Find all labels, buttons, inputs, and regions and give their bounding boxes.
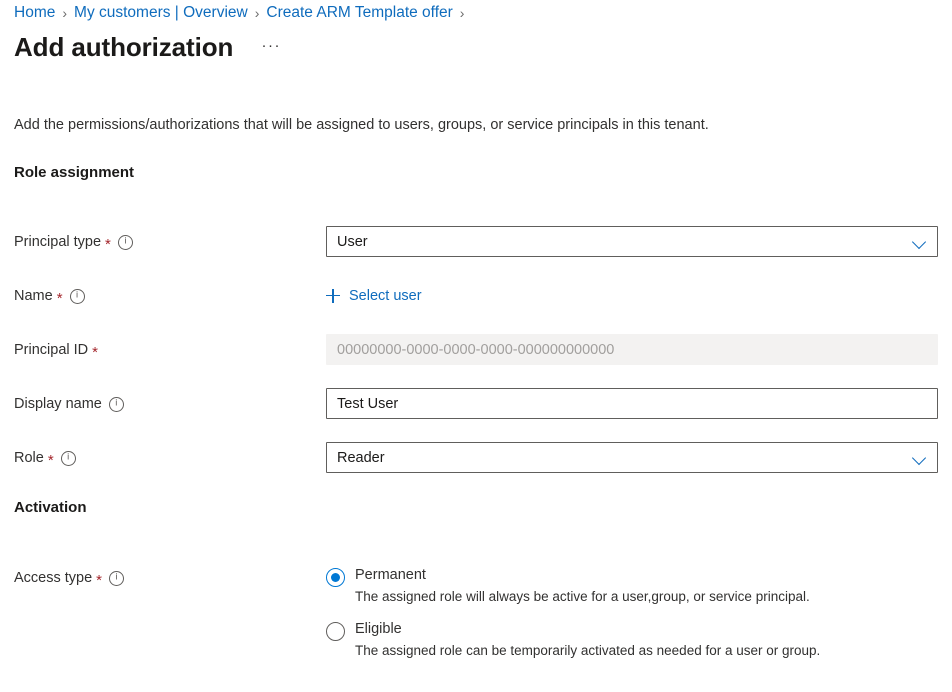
breadcrumb-separator-icon: › [62, 0, 67, 26]
label-access-type-text: Access type [14, 570, 92, 586]
principal-id-input[interactable]: 00000000-0000-0000-0000-000000000000 [326, 334, 938, 365]
info-icon[interactable]: i [109, 571, 124, 586]
radio-mark-icon [326, 568, 345, 587]
principal-type-select[interactable]: User [326, 226, 938, 257]
radio-mark-icon [326, 622, 345, 641]
info-icon-glyph: i [124, 237, 126, 247]
radio-option-eligible-texts: Eligible The assigned role can be tempor… [355, 620, 820, 660]
info-icon[interactable]: i [61, 451, 76, 466]
info-icon[interactable]: i [70, 289, 85, 304]
field-principal-id: 00000000-0000-0000-0000-000000000000 [326, 334, 938, 365]
principal-type-value: User [337, 234, 907, 250]
principal-id-placeholder: 00000000-0000-0000-0000-000000000000 [337, 342, 614, 358]
add-authorization-page: Home › My customers | Overview › Create … [0, 0, 952, 692]
role-value: Reader [337, 450, 907, 466]
form-row-display-name: Display name i [0, 388, 952, 420]
form-row-role: Role * i Reader [0, 442, 952, 474]
required-asterisk: * [57, 291, 63, 306]
plus-icon [326, 289, 340, 303]
breadcrumb: Home › My customers | Overview › Create … [14, 0, 471, 26]
access-type-radio-group: Permanent The assigned role will always … [326, 566, 938, 674]
more-options-icon[interactable]: ··· [257, 40, 285, 62]
field-role: Reader [326, 442, 938, 473]
info-icon-glyph: i [115, 573, 117, 583]
form-row-principal-type: Principal type * i User [0, 226, 952, 258]
radio-option-permanent-label: Permanent [355, 566, 810, 585]
radio-option-permanent[interactable]: Permanent The assigned role will always … [326, 566, 938, 606]
label-role: Role * i [14, 442, 76, 474]
label-name: Name * i [14, 280, 85, 312]
breadcrumb-item-my-customers-overview[interactable]: My customers | Overview [74, 0, 248, 26]
breadcrumb-separator-icon: › [255, 0, 260, 26]
breadcrumb-separator-icon: › [460, 0, 465, 26]
label-role-text: Role [14, 450, 44, 466]
chevron-down-icon [913, 451, 927, 465]
field-display-name [326, 388, 938, 419]
label-display-name: Display name i [14, 388, 124, 420]
more-options-label: ··· [262, 42, 282, 50]
radio-option-eligible[interactable]: Eligible The assigned role can be tempor… [326, 620, 938, 660]
label-name-text: Name [14, 288, 53, 304]
label-display-name-text: Display name [14, 396, 102, 412]
required-asterisk: * [92, 345, 98, 360]
label-access-type: Access type * i [14, 562, 124, 594]
label-principal-type-text: Principal type [14, 234, 101, 250]
label-principal-id-text: Principal ID [14, 342, 88, 358]
info-icon[interactable]: i [109, 397, 124, 412]
radio-option-eligible-description: The assigned role can be temporarily act… [355, 641, 820, 660]
display-name-input[interactable] [326, 388, 938, 419]
info-icon-glyph: i [76, 291, 78, 301]
info-icon-glyph: i [67, 453, 69, 463]
label-principal-type: Principal type * i [14, 226, 133, 258]
radio-option-eligible-label: Eligible [355, 620, 820, 639]
field-principal-type: User [326, 226, 938, 257]
label-principal-id: Principal ID * [14, 334, 98, 366]
select-user-button[interactable]: Select user [326, 280, 422, 311]
info-icon-glyph: i [115, 399, 117, 409]
page-title: Add authorization [14, 30, 233, 64]
required-asterisk: * [48, 453, 54, 468]
select-user-label: Select user [349, 288, 422, 304]
radio-option-permanent-description: The assigned role will always be active … [355, 587, 810, 606]
role-select[interactable]: Reader [326, 442, 938, 473]
chevron-down-icon [913, 235, 927, 249]
form-row-name: Name * i Select user [0, 280, 952, 312]
page-description: Add the permissions/authorizations that … [14, 115, 709, 135]
radio-option-permanent-texts: Permanent The assigned role will always … [355, 566, 810, 606]
breadcrumb-item-home[interactable]: Home [14, 0, 55, 26]
required-asterisk: * [105, 237, 111, 252]
section-heading-role-assignment: Role assignment [14, 163, 134, 183]
form-row-principal-id: Principal ID * 00000000-0000-0000-0000-0… [0, 334, 952, 366]
info-icon[interactable]: i [118, 235, 133, 250]
section-heading-activation: Activation [14, 498, 87, 518]
required-asterisk: * [96, 573, 102, 588]
title-row: Add authorization ··· [14, 30, 285, 64]
breadcrumb-item-create-arm-template-offer[interactable]: Create ARM Template offer [266, 0, 452, 26]
field-name: Select user [326, 280, 938, 311]
